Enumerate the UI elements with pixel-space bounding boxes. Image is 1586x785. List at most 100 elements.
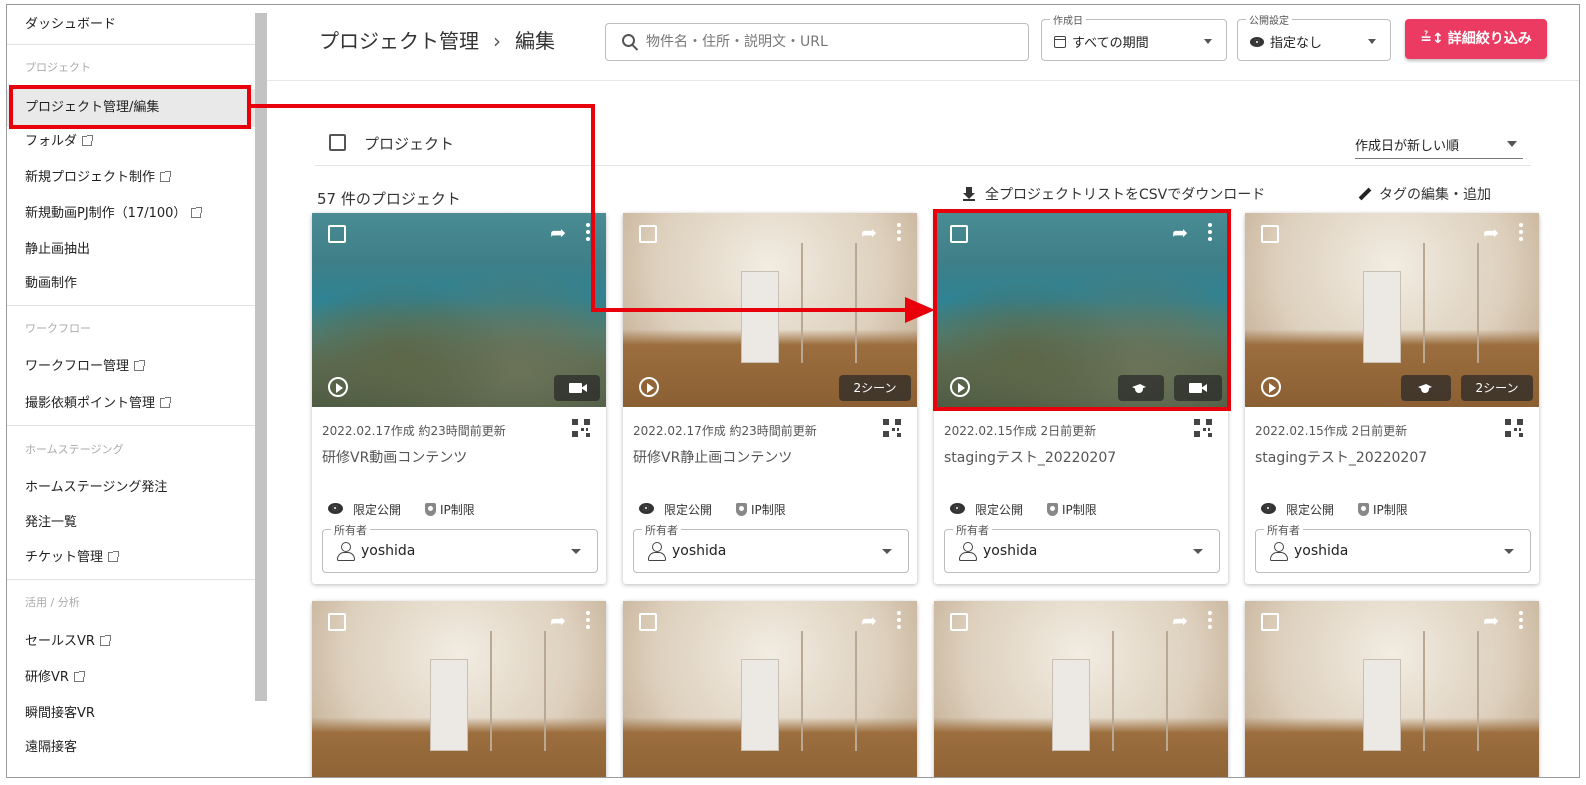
visibility-row: 限定公開 IP制限 — [1261, 501, 1408, 518]
more-vert-icon[interactable] — [897, 611, 901, 629]
video-icon — [569, 383, 587, 393]
csv-download-link[interactable]: 全プロジェクトリストをCSVでダウンロード — [963, 184, 1265, 204]
sidebar-item-sales-vr[interactable]: セールスVR — [7, 632, 255, 652]
advanced-filter-button[interactable]: ≟↕ 詳細絞り込み — [1405, 19, 1547, 59]
share-icon[interactable]: ➦ — [1483, 224, 1499, 243]
sidebar-item-new-project[interactable]: 新規プロジェクト制作 — [7, 168, 255, 188]
sidebar-item-folder[interactable]: フォルダ — [7, 132, 255, 152]
person-icon — [1270, 542, 1288, 561]
owner-value: yoshida — [983, 543, 1038, 559]
visibility-label: 限定公開 — [664, 503, 713, 517]
share-icon[interactable]: ➦ — [861, 612, 877, 631]
sidebar-item-new-video[interactable]: 新規動画PJ制作（17/100） — [7, 204, 255, 224]
sidebar-item-training-vr[interactable]: 研修VR — [7, 668, 255, 688]
toolbar-divider — [315, 165, 1531, 166]
sort-select[interactable]: 作成日が新しい順 — [1355, 135, 1523, 159]
more-vert-icon[interactable] — [897, 223, 901, 241]
card-checkbox[interactable] — [639, 613, 657, 631]
qr-code-icon[interactable] — [883, 419, 901, 437]
play-circle-icon[interactable] — [639, 377, 659, 397]
sidebar-item-shoot-point[interactable]: 撮影依頼ポイント管理 — [7, 394, 255, 414]
sidebar-item-label: 遠隔接客 — [25, 740, 78, 755]
owner-label: 所有者 — [953, 522, 992, 538]
sidebar-item-staging-order[interactable]: ホームステージング発注 — [7, 478, 255, 498]
card-checkbox[interactable] — [328, 613, 346, 631]
more-vert-icon[interactable] — [586, 611, 590, 629]
annotation-highlight-sidebar — [9, 85, 251, 129]
sidebar-scrollbar[interactable] — [255, 13, 267, 701]
search-input[interactable] — [646, 31, 1016, 53]
select-all-label: プロジェクト — [364, 135, 455, 153]
sidebar-item-video-make[interactable]: 動画制作 — [7, 274, 255, 294]
owner-select[interactable]: 所有者 yoshida — [633, 522, 909, 573]
project-card[interactable]: ➦ — [934, 601, 1228, 777]
select-all-checkbox[interactable] — [329, 134, 346, 151]
visibility-label: 限定公開 — [353, 503, 402, 517]
sort-value: 作成日が新しい順 — [1355, 139, 1460, 154]
share-icon[interactable]: ➦ — [1483, 612, 1499, 631]
qr-code-icon[interactable] — [1505, 419, 1523, 437]
sidebar-item-still-extract[interactable]: 静止画抽出 — [7, 240, 255, 260]
project-card[interactable]: ➦ 2シーン 2022.02.17作成 約23時間前更新 研修VR静止画コンテン… — [623, 213, 917, 584]
sidebar-section-workflow: ワークフロー — [25, 322, 91, 335]
sidebar-divider — [7, 579, 255, 580]
play-circle-icon[interactable] — [328, 377, 348, 397]
card-title[interactable]: 研修VR動画コンテンツ — [322, 447, 467, 467]
project-card[interactable]: ➦ — [623, 601, 917, 777]
qr-code-icon[interactable] — [572, 419, 590, 437]
card-checkbox[interactable] — [1261, 613, 1279, 631]
csv-download-label: 全プロジェクトリストをCSVでダウンロード — [985, 187, 1266, 203]
share-icon[interactable]: ➦ — [861, 224, 877, 243]
card-checkbox[interactable] — [1261, 225, 1279, 243]
sidebar-item-label: 新規プロジェクト制作 — [25, 170, 156, 185]
project-card[interactable]: ➦ — [312, 601, 606, 777]
qr-code-icon[interactable] — [1194, 419, 1212, 437]
card-title[interactable]: 研修VR静止画コンテンツ — [633, 447, 792, 467]
ip-shield-icon — [1358, 503, 1370, 516]
person-icon — [337, 542, 355, 561]
owner-select[interactable]: 所有者 yoshida — [1255, 522, 1531, 573]
more-vert-icon[interactable] — [586, 223, 590, 241]
card-checkbox[interactable] — [950, 613, 968, 631]
project-card[interactable]: ➦ 2シーン 2022.02.15作成 2日前更新 stagingテスト_202… — [1245, 213, 1539, 584]
card-title[interactable]: stagingテスト_20220207 — [1255, 447, 1427, 467]
sidebar-item-label: 発注一覧 — [25, 515, 78, 530]
more-vert-icon[interactable] — [1519, 611, 1523, 629]
owner-select[interactable]: 所有者 yoshida — [322, 522, 598, 573]
share-icon[interactable]: ➦ — [550, 224, 566, 243]
share-icon[interactable]: ➦ — [550, 612, 566, 631]
tag-edit-link[interactable]: タグの編集・追加 — [1358, 184, 1491, 204]
card-checkbox[interactable] — [328, 225, 346, 243]
sidebar-item-label: 研修VR — [25, 670, 69, 685]
sidebar-item-instant-vr[interactable]: 瞬間接客VR — [7, 704, 255, 724]
sidebar-item-order-list[interactable]: 発注一覧 — [7, 513, 255, 533]
breadcrumb-root[interactable]: プロジェクト管理 — [319, 29, 479, 53]
eye-icon — [639, 503, 654, 514]
ip-label: IP制限 — [440, 503, 475, 517]
share-icon[interactable]: ➦ — [1172, 612, 1188, 631]
external-link-icon — [108, 551, 120, 562]
sidebar-item-workflow[interactable]: ワークフロー管理 — [7, 357, 255, 377]
sidebar-item-remote[interactable]: 遠隔接客 — [7, 738, 255, 758]
person-icon — [959, 542, 977, 561]
external-link-icon — [134, 360, 146, 371]
sidebar-item-label: 撮影依頼ポイント管理 — [25, 396, 156, 411]
more-vert-icon[interactable] — [1208, 611, 1212, 629]
sidebar-item-dashboard[interactable]: ダッシュボード — [7, 15, 255, 35]
search-icon — [622, 34, 635, 47]
play-circle-icon[interactable] — [1261, 377, 1281, 397]
eye-icon — [328, 503, 343, 514]
created-date-select[interactable]: 作成日 すべての期間 — [1041, 12, 1227, 61]
ip-label: IP制限 — [751, 503, 786, 517]
search-box[interactable] — [605, 23, 1029, 61]
owner-select[interactable]: 所有者 yoshida — [944, 522, 1220, 573]
sidebar-item-ticket[interactable]: チケット管理 — [7, 548, 255, 568]
card-checkbox[interactable] — [639, 225, 657, 243]
eye-icon — [1250, 37, 1264, 47]
sidebar-item-label: 新規動画PJ制作（17/100） — [25, 206, 187, 221]
public-setting-select[interactable]: 公開設定 指定なし — [1237, 12, 1391, 61]
more-vert-icon[interactable] — [1519, 223, 1523, 241]
card-title[interactable]: stagingテスト_20220207 — [944, 447, 1116, 467]
project-card[interactable]: ➦ — [1245, 601, 1539, 777]
project-card[interactable]: ➦ 2022.02.17作成 約23時間前更新 研修VR動画コンテンツ 限定公開… — [312, 213, 606, 584]
